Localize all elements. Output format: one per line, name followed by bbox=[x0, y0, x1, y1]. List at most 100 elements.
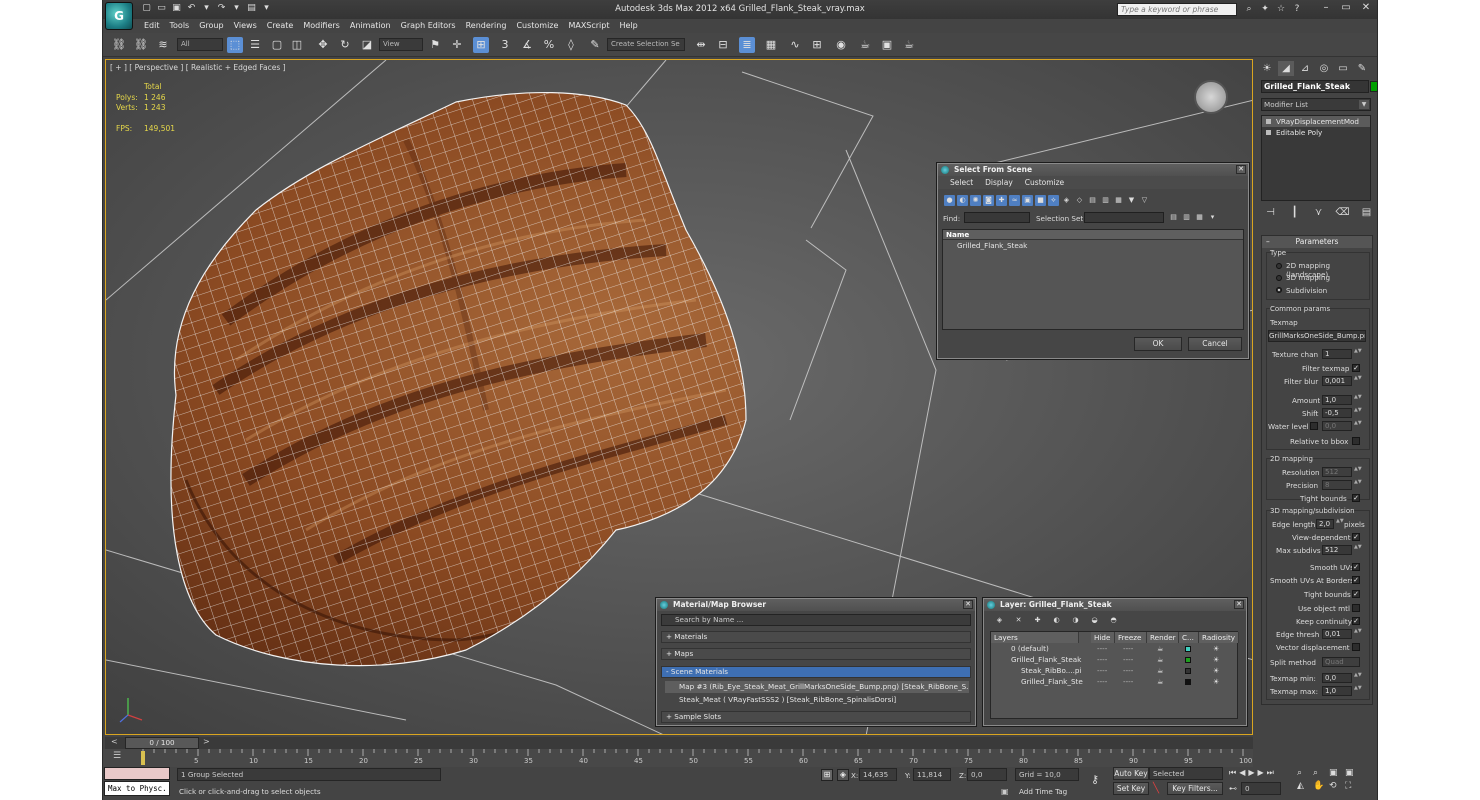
key-filters-button[interactable]: Key Filters... bbox=[1167, 782, 1223, 795]
dependents-icon[interactable]: ▦ bbox=[1113, 195, 1124, 206]
layers-column-header[interactable]: Layers bbox=[991, 632, 1079, 643]
tight-bounds-3d-checkbox[interactable]: ✓ bbox=[1352, 590, 1360, 598]
object-color-swatch[interactable] bbox=[1370, 81, 1378, 92]
help-icon[interactable]: ? bbox=[1291, 3, 1303, 15]
select-menu-select[interactable]: Select bbox=[944, 176, 979, 189]
list-item[interactable]: Steak_Meat ( VRayFastSSS2 ) [Steak_RibBo… bbox=[665, 694, 969, 706]
object-name-field[interactable]: Grilled_Flank_Steak bbox=[1261, 80, 1369, 93]
freeze-column-header[interactable]: Freeze bbox=[1115, 632, 1147, 643]
hide-column-header[interactable]: Hide bbox=[1091, 632, 1115, 643]
y-coord-field[interactable]: 11,814 bbox=[913, 768, 951, 781]
render-setup-icon[interactable]: ☕ bbox=[857, 37, 873, 53]
spinner-arrows-icon[interactable]: ▲▼ bbox=[1354, 673, 1362, 683]
split-method-dropdown[interactable]: Quad bbox=[1322, 657, 1360, 667]
display-tab-icon[interactable]: ▭ bbox=[1335, 61, 1351, 76]
selection-set-dropdown[interactable] bbox=[1084, 212, 1164, 223]
filter-blur-spinner[interactable]: 0,001 bbox=[1322, 376, 1352, 386]
spinner-arrows-icon[interactable]: ▲▼ bbox=[1354, 408, 1362, 418]
helpers-filter-icon[interactable]: ✚ bbox=[996, 195, 1007, 206]
modify-tab-icon[interactable]: ◢ bbox=[1278, 61, 1294, 76]
max-subdivs-spinner[interactable]: 512 bbox=[1322, 545, 1352, 555]
radio-subdivision[interactable] bbox=[1276, 287, 1282, 293]
radiosity-icon[interactable]: ☀ bbox=[1213, 676, 1219, 687]
find-input[interactable] bbox=[964, 212, 1030, 223]
unlink-icon[interactable]: ⛓ bbox=[133, 37, 149, 53]
delete-layer-icon[interactable]: ✕ bbox=[1013, 615, 1024, 626]
display-all-icon[interactable]: ◈ bbox=[1061, 195, 1072, 206]
modifier-list-dropdown[interactable]: Modifier List ▼ bbox=[1261, 98, 1371, 111]
table-row[interactable]: 0 (default) ---- ---- ☕ ☀ bbox=[991, 643, 1237, 654]
menu-create[interactable]: Create bbox=[262, 19, 299, 33]
spinner-snap-icon[interactable]: ◊ bbox=[563, 37, 579, 53]
schematic-view-icon[interactable]: ⊞ bbox=[809, 37, 825, 53]
keep-continuity-checkbox[interactable]: ✓ bbox=[1352, 617, 1360, 625]
maps-section[interactable]: + Maps bbox=[661, 648, 971, 660]
modifier-stack[interactable]: VRayDisplacementMod Editable Poly bbox=[1261, 115, 1371, 201]
bones-filter-icon[interactable]: ⟡ bbox=[1048, 195, 1059, 206]
zoom-all-icon[interactable]: ⌕ bbox=[1313, 768, 1329, 778]
layer-color-swatch[interactable] bbox=[1185, 646, 1191, 652]
mirror-icon[interactable]: ⇹ bbox=[693, 37, 709, 53]
stack-item-vraydisplacement[interactable]: VRayDisplacementMod bbox=[1262, 116, 1370, 127]
show-end-result-icon[interactable]: ┃ bbox=[1287, 206, 1302, 220]
utilities-tab-icon[interactable]: ✎ bbox=[1354, 61, 1370, 76]
render-column-header[interactable]: Render bbox=[1147, 632, 1179, 643]
key-filter-icon[interactable]: ╲ bbox=[1153, 783, 1159, 794]
search-input[interactable]: Type a keyword or phrase bbox=[1117, 3, 1237, 16]
select-by-name-icon[interactable]: ☰ bbox=[247, 37, 263, 53]
link-icon[interactable]: ⛓ bbox=[111, 37, 127, 53]
display-none-icon[interactable]: ◇ bbox=[1074, 195, 1085, 206]
curve-editor-icon[interactable]: ∿ bbox=[787, 37, 803, 53]
layer-manager-icon[interactable]: ≣ bbox=[739, 37, 755, 53]
add-to-layer-icon[interactable]: ✚ bbox=[1032, 615, 1043, 626]
subscription-icon[interactable]: ✦ bbox=[1259, 3, 1271, 15]
absolute-mode-icon[interactable]: ◈ bbox=[837, 769, 849, 781]
filter-icon[interactable]: ▼ bbox=[1126, 195, 1137, 206]
freeze-cell[interactable]: ---- bbox=[1123, 643, 1133, 654]
menu-maxscript[interactable]: MAXScript bbox=[563, 19, 614, 33]
hierarchy-tab-icon[interactable]: ⊿ bbox=[1297, 61, 1313, 76]
menu-views[interactable]: Views bbox=[229, 19, 262, 33]
orbit-icon[interactable]: ⟲ bbox=[1329, 781, 1345, 791]
create-tab-icon[interactable]: ☀ bbox=[1259, 61, 1275, 76]
spinner-arrows-icon[interactable]: ▲▼ bbox=[1354, 686, 1362, 696]
zoom-extents-icon[interactable]: ▣ bbox=[1329, 768, 1345, 778]
menu-group[interactable]: Group bbox=[194, 19, 228, 33]
use-object-mtl-checkbox[interactable] bbox=[1352, 604, 1360, 612]
hierarchy-icon[interactable]: ▥ bbox=[1100, 195, 1111, 206]
move-icon[interactable]: ✥ bbox=[315, 37, 331, 53]
ref-coord-dropdown[interactable]: View bbox=[379, 38, 423, 51]
precision-spinner[interactable]: 8 bbox=[1322, 480, 1352, 490]
spinner-arrows-icon[interactable]: ▲▼ bbox=[1354, 545, 1362, 555]
set-add-icon[interactable]: ▤ bbox=[1168, 212, 1179, 223]
menu-tools[interactable]: Tools bbox=[165, 19, 195, 33]
select-manipulate-icon[interactable]: ✛ bbox=[449, 37, 465, 53]
zoom-icon[interactable]: ⌕ bbox=[1297, 768, 1313, 778]
align-icon[interactable]: ⊟ bbox=[715, 37, 731, 53]
pin-stack-icon[interactable]: ⊣ bbox=[1263, 206, 1278, 220]
texmap-button[interactable]: GrillMarksOneSide_Bump.png) bbox=[1268, 330, 1366, 342]
menu-animation[interactable]: Animation bbox=[345, 19, 396, 33]
amount-spinner[interactable]: 1,0 bbox=[1322, 395, 1352, 405]
previous-frame-icon[interactable]: ◀ bbox=[1239, 768, 1245, 778]
highlight-layer-icon[interactable]: ◑ bbox=[1070, 615, 1081, 626]
maximize-icon[interactable]: ▭ bbox=[1339, 2, 1353, 14]
spinner-arrows-icon[interactable]: ▲▼ bbox=[1354, 421, 1362, 431]
filter-options-icon[interactable]: ▽ bbox=[1139, 195, 1150, 206]
shift-spinner[interactable]: -0,5 bbox=[1322, 408, 1352, 418]
freeze-cell[interactable]: ---- bbox=[1123, 665, 1133, 676]
layer-grid[interactable]: Layers Hide Freeze Render C... Radiosity… bbox=[990, 631, 1239, 719]
radiosity-icon[interactable]: ☀ bbox=[1213, 665, 1219, 676]
make-unique-icon[interactable]: ⋎ bbox=[1311, 206, 1326, 220]
next-frame-button-icon[interactable]: ▶ bbox=[1258, 768, 1264, 778]
key-mode-dropdown[interactable]: Selected bbox=[1149, 767, 1223, 780]
go-to-start-icon[interactable]: ⏮ bbox=[1229, 768, 1236, 778]
spinner-arrows-icon[interactable]: ▲▼ bbox=[1354, 376, 1362, 386]
cancel-button[interactable]: Cancel bbox=[1188, 337, 1242, 351]
viewport-label[interactable]: [ + ] [ Perspective ] [ Realistic + Edge… bbox=[110, 63, 286, 72]
pan-icon[interactable]: ✋ bbox=[1313, 781, 1329, 791]
stack-item-editable-poly[interactable]: Editable Poly bbox=[1262, 127, 1370, 138]
set-select-icon[interactable]: ▦ bbox=[1194, 212, 1205, 223]
next-frame-icon[interactable]: > bbox=[203, 737, 210, 746]
bind-spacewarp-icon[interactable]: ≋ bbox=[155, 37, 171, 53]
